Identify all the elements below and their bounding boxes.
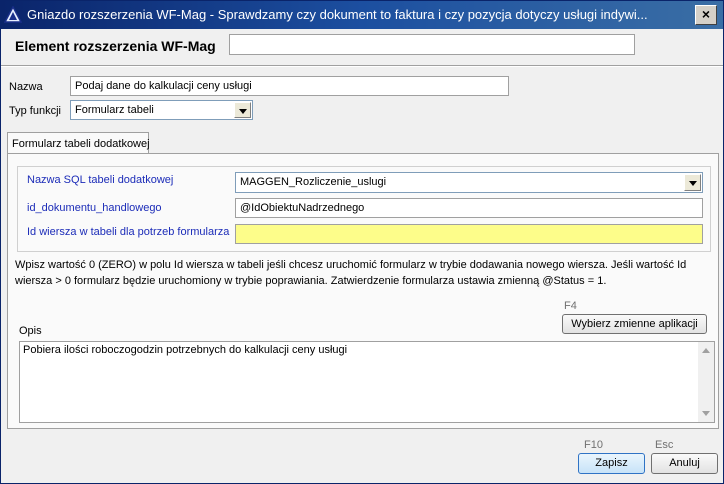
chevron-down-icon[interactable] bbox=[234, 102, 251, 118]
typ-funkcji-select[interactable]: Formularz tabeli bbox=[70, 100, 253, 120]
typ-funkcji-value: Formularz tabeli bbox=[75, 104, 154, 116]
cancel-button[interactable]: Anuluj bbox=[651, 453, 718, 474]
opis-textarea[interactable]: Pobiera ilości roboczogodzin potrzebnych… bbox=[19, 341, 715, 423]
sql-table-select[interactable]: MAGGEN_Rozliczenie_uslugi bbox=[235, 172, 703, 193]
opis-label: Opis bbox=[19, 325, 42, 337]
info-text: Wpisz wartość 0 (ZERO) w polu Id wiersza… bbox=[15, 259, 687, 287]
title-bar[interactable]: Gniazdo rozszerzenia WF-Mag - Sprawdzamy… bbox=[1, 1, 723, 29]
header-label: Element rozszerzenia WF-Mag bbox=[15, 38, 216, 54]
dialog-content: Element rozszerzenia WF-Mag Nazwa Podaj … bbox=[1, 29, 723, 483]
app-triangle-icon bbox=[4, 6, 22, 23]
id-wiersza-input[interactable] bbox=[235, 224, 703, 244]
tab-formularz-tabeli[interactable]: Formularz tabeli dodatkowej bbox=[7, 132, 150, 154]
save-button[interactable]: Zapisz bbox=[578, 453, 645, 474]
typ-funkcji-label: Typ funkcji bbox=[9, 105, 61, 117]
nazwa-input[interactable]: Podaj dane do kalkulacji ceny usługi bbox=[70, 76, 509, 96]
id-wiersza-label: Id wiersza w tabeli dla potrzeb formular… bbox=[27, 226, 230, 238]
close-button[interactable]: × bbox=[695, 5, 717, 25]
dialog-window: Gniazdo rozszerzenia WF-Mag - Sprawdzamy… bbox=[0, 0, 724, 484]
window-title: Gniazdo rozszerzenia WF-Mag - Sprawdzamy… bbox=[27, 7, 648, 22]
tab-panel: Nazwa SQL tabeli dodatkowej MAGGEN_Rozli… bbox=[7, 153, 719, 429]
id-dokumentu-label: id_dokumentu_handlowego bbox=[27, 202, 162, 214]
scroll-down-icon[interactable] bbox=[702, 411, 710, 416]
sql-table-value: MAGGEN_Rozliczenie_uslugi bbox=[240, 176, 387, 188]
separator bbox=[1, 65, 723, 67]
esc-shortcut-hint: Esc bbox=[655, 439, 674, 451]
f10-shortcut-hint: F10 bbox=[584, 439, 603, 451]
sql-table-label: Nazwa SQL tabeli dodatkowej bbox=[27, 174, 174, 186]
wybierz-zmienne-button[interactable]: Wybierz zmienne aplikacji bbox=[562, 314, 707, 334]
table-settings-group: Nazwa SQL tabeli dodatkowej MAGGEN_Rozli… bbox=[17, 166, 711, 252]
opis-text: Pobiera ilości roboczogodzin potrzebnych… bbox=[23, 344, 348, 356]
nazwa-label: Nazwa bbox=[9, 81, 43, 93]
f4-shortcut-hint: F4 bbox=[564, 300, 577, 312]
scroll-up-icon[interactable] bbox=[702, 348, 710, 353]
id-dokumentu-input[interactable]: @IdObiektuNadrzednego bbox=[235, 198, 703, 218]
chevron-down-icon[interactable] bbox=[684, 174, 701, 191]
header-input[interactable] bbox=[229, 34, 635, 55]
opis-scrollbar[interactable] bbox=[698, 342, 714, 422]
